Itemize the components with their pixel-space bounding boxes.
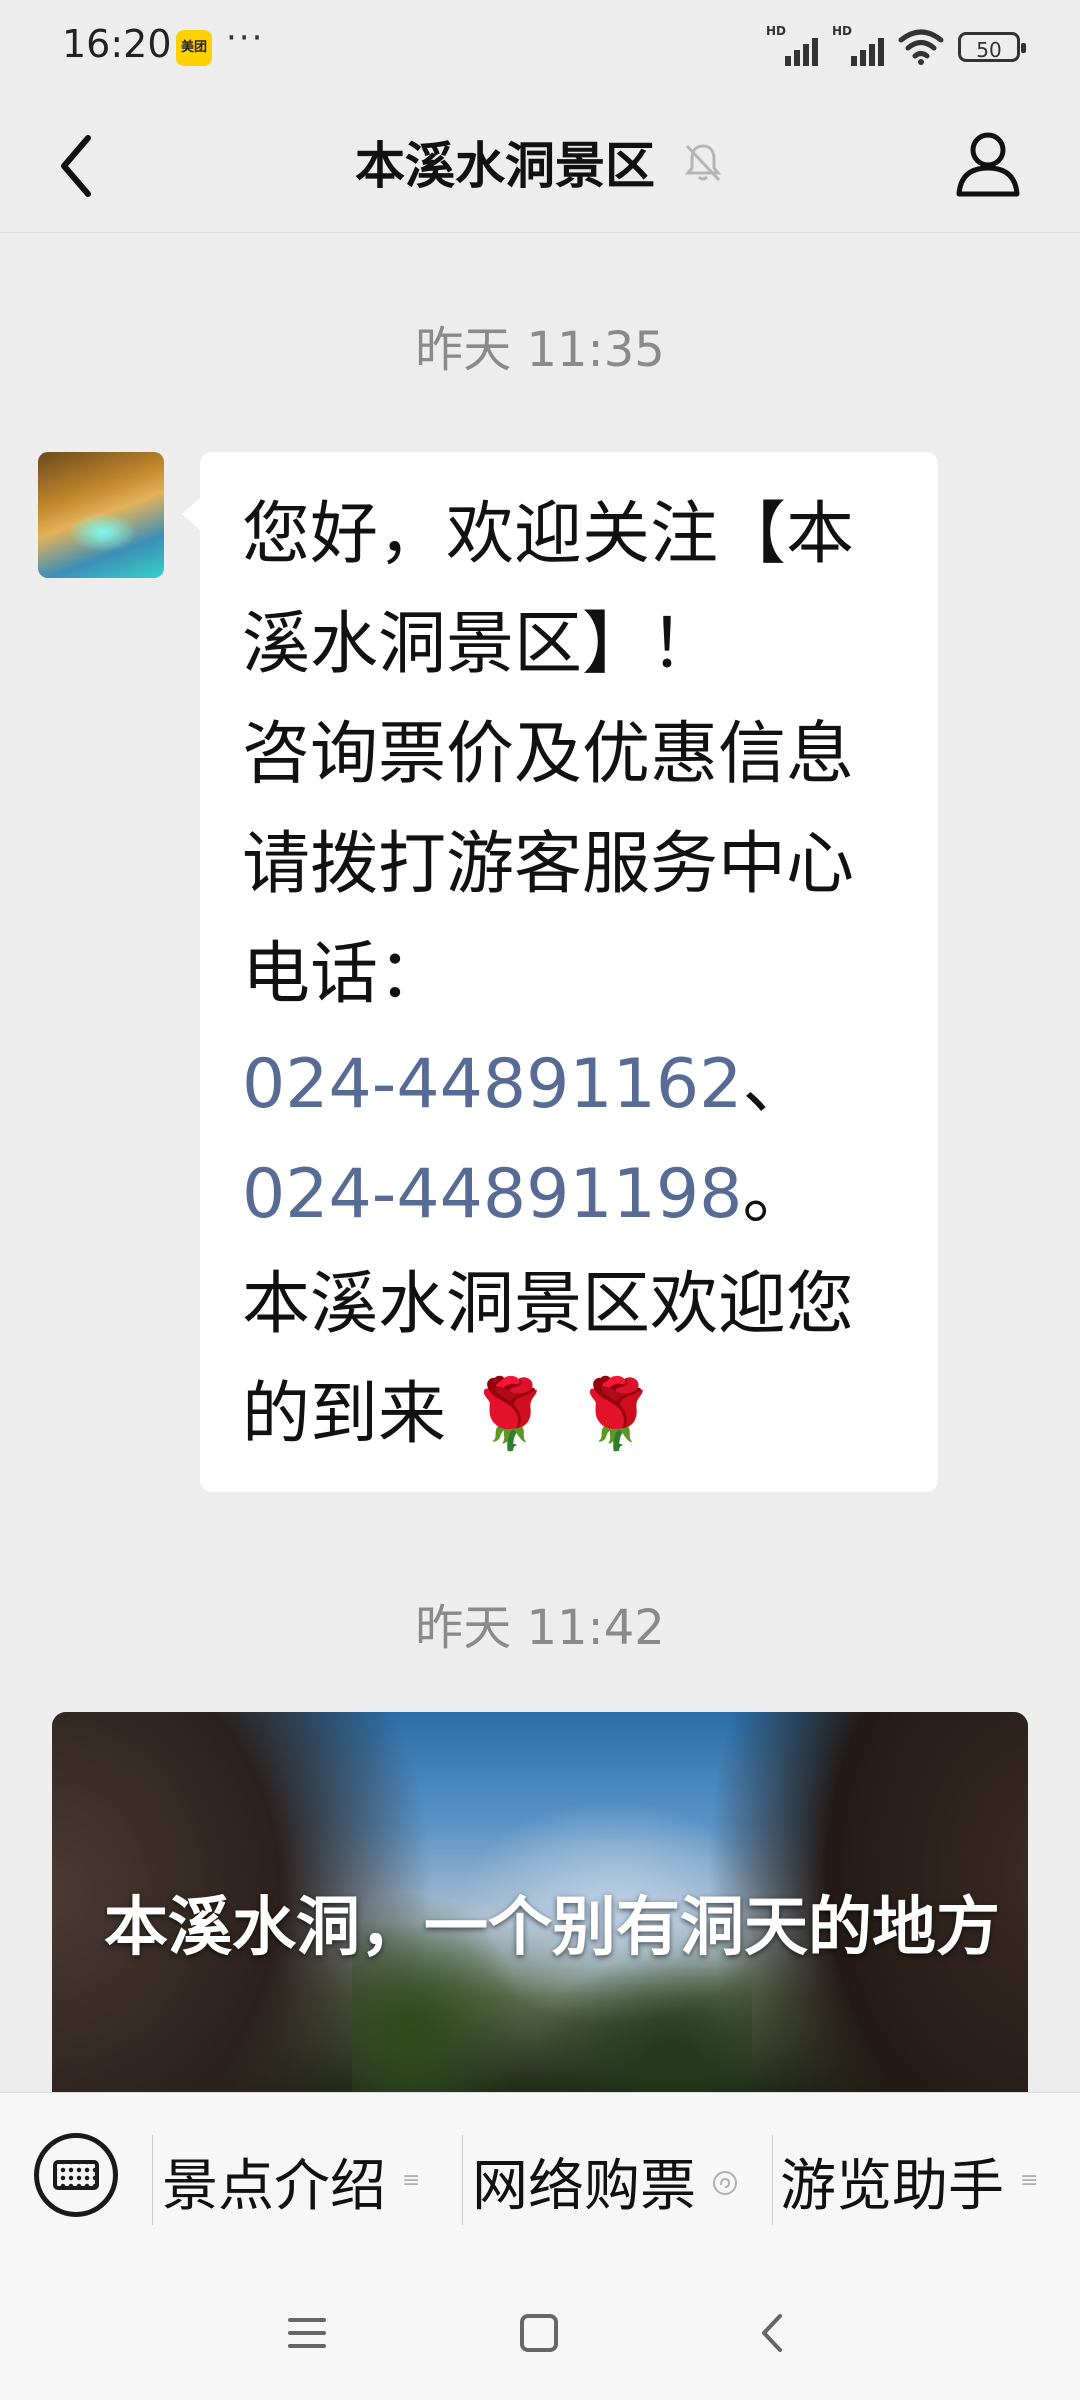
phone-link[interactable]: 024-44891198 — [242, 1155, 742, 1234]
message-timestamp: 昨天 11:42 — [415, 1600, 665, 1656]
menu-item-guide[interactable]: 游览助手 ≡ — [780, 2139, 1042, 2223]
message-bubble[interactable]: 您好，欢迎关注【本 溪水洞景区】！ 咨询票价及优惠信息 请拨打游客服务中心 电话… — [182, 452, 938, 1492]
article-card[interactable]: 本溪水洞，一个别有洞天的地方 — [52, 1712, 1028, 2092]
message-line: 024-44891198。 — [242, 1140, 896, 1250]
divider — [152, 2135, 153, 2225]
menu-item-label: 网络购票 — [472, 2153, 696, 2219]
menu-item-tickets[interactable]: 网络购票 — [472, 2139, 737, 2223]
message-timestamp: 昨天 11:35 — [415, 322, 665, 378]
home-icon[interactable] — [514, 2308, 564, 2358]
profile-icon[interactable] — [952, 124, 1024, 204]
article-title: 本溪水洞，一个别有洞天的地方 — [104, 1891, 1000, 1965]
message-line: 溪水洞景区】！ — [242, 605, 719, 684]
back-icon[interactable] — [748, 2308, 798, 2358]
bottom-menu: 景点介绍 ≡ 网络购票 游览助手 ≡ — [0, 2092, 1080, 2269]
battery-icon: 50 — [958, 32, 1026, 62]
system-nav-bar — [0, 2268, 1080, 2400]
keyboard-toggle-button[interactable] — [34, 2133, 118, 2217]
status-time: 16:20 — [62, 22, 172, 66]
menu-item-label: 景点介绍 — [162, 2153, 386, 2219]
divider — [462, 2135, 463, 2225]
message-line: 024-44891162、 — [242, 1030, 896, 1140]
more-notifications-icon: ··· — [226, 18, 265, 58]
message-line: 的到来 🌹 🌹 — [242, 1360, 896, 1470]
phone-link[interactable]: 024-44891162 — [242, 1045, 742, 1124]
submenu-icon: ≡ — [402, 2168, 421, 2193]
message-line: 请拨打游客服务中心 — [242, 825, 855, 904]
chat-title: 本溪水洞景区 — [355, 137, 655, 195]
submenu-icon: ≡ — [1020, 2168, 1039, 2193]
message-line: 您好，欢迎关注【本 — [242, 495, 855, 574]
message-line: 咨询票价及优惠信息 — [242, 715, 855, 794]
separator: 、 — [742, 1045, 811, 1124]
keyboard-icon — [53, 2160, 99, 2190]
rose-emoji: 🌹 🌹 — [467, 1375, 659, 1454]
status-bar: 16:20 美团 ··· HD HD 50 — [0, 0, 1080, 96]
avatar[interactable] — [38, 452, 164, 578]
divider — [772, 2135, 773, 2225]
title-bar: 本溪水洞景区 — [0, 96, 1080, 233]
message-text: 的到来 — [242, 1375, 447, 1454]
message-line: 本溪水洞景区欢迎您 — [242, 1265, 855, 1344]
mini-program-icon — [712, 2170, 737, 2195]
menu-item-attractions[interactable]: 景点介绍 ≡ — [162, 2139, 424, 2223]
message-line: 电话： — [242, 935, 447, 1014]
mute-bell-icon — [684, 144, 722, 182]
meituan-notification-icon: 美团 — [176, 30, 212, 66]
menu-item-label: 游览助手 — [780, 2153, 1004, 2219]
signal-icon: HD — [766, 24, 818, 66]
wifi-icon — [898, 29, 944, 65]
menu-icon[interactable] — [282, 2308, 332, 2358]
separator: 。 — [742, 1155, 811, 1234]
signal-icon: HD — [832, 24, 884, 66]
